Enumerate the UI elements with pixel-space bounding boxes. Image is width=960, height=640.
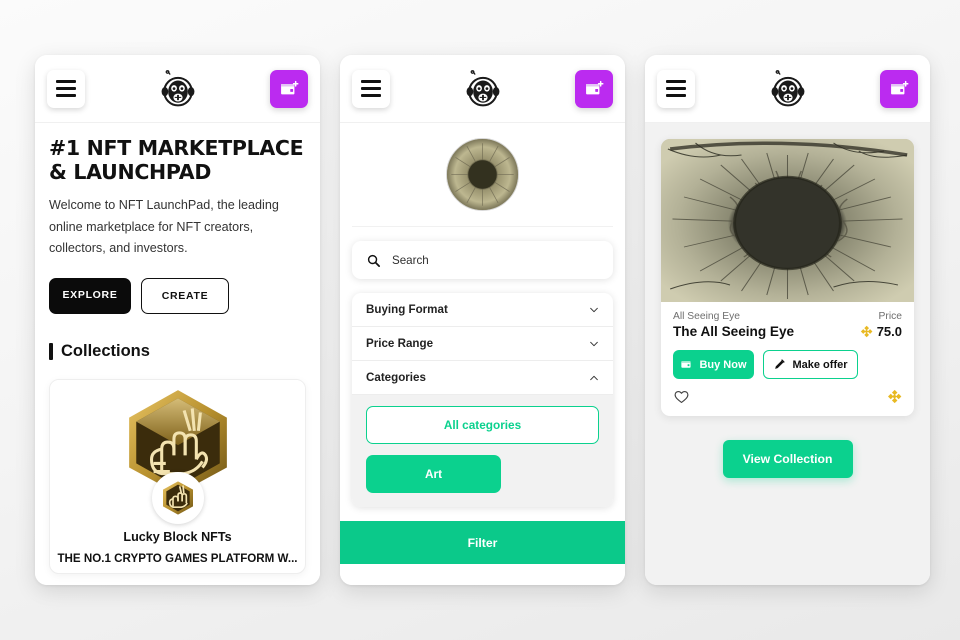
chevron-down-icon xyxy=(590,307,598,312)
chevron-down-icon xyxy=(590,341,598,346)
nft-price-value: 75.0 xyxy=(876,324,902,339)
wallet-add-button[interactable] xyxy=(575,69,613,108)
hamburger-bar xyxy=(666,80,686,83)
filter-body: Search Buying Format Price Range Categor… xyxy=(340,123,625,585)
detail-body: All Seeing Eye Price The All Seeing Eye xyxy=(645,123,930,585)
chevron-up-icon xyxy=(590,375,598,380)
app-header xyxy=(35,55,320,123)
hero-subtitle: Welcome to NFT LaunchPad, the leading on… xyxy=(49,198,279,256)
wallet-add-button[interactable] xyxy=(270,69,308,108)
filter-row-buying-format[interactable]: Buying Format xyxy=(352,293,613,327)
hamburger-bar xyxy=(666,94,686,97)
eye-avatar xyxy=(446,138,519,211)
hamburger-icon[interactable] xyxy=(47,69,85,108)
search-icon xyxy=(367,254,380,267)
wallet-add-icon xyxy=(586,80,604,94)
filter-row-price-range[interactable]: Price Range xyxy=(352,327,613,361)
wallet-icon xyxy=(681,361,692,368)
nft-title-row: The All Seeing Eye 75.0 xyxy=(673,324,902,339)
filter-label: Categories xyxy=(366,371,426,384)
collections-section-header: Collections xyxy=(49,342,306,361)
filter-submit-button[interactable]: Filter xyxy=(340,521,625,564)
wallet-add-button[interactable] xyxy=(880,69,918,108)
profile-hero xyxy=(352,123,613,227)
hamburger-bar xyxy=(361,80,381,83)
price-label: Price xyxy=(878,311,902,322)
buy-now-button[interactable]: Buy Now xyxy=(673,350,754,379)
screenshot-stage: #1 NFT MARKETPLACE & LAUNCHPAD Welcome t… xyxy=(0,0,960,640)
make-offer-button[interactable]: Make offer xyxy=(763,350,858,379)
ape-headphones-logo[interactable] xyxy=(157,68,199,110)
search-placeholder: Search xyxy=(392,253,429,267)
ape-headphones-logo[interactable] xyxy=(462,68,504,110)
create-button[interactable]: CREATE xyxy=(141,278,229,315)
nft-collection-name: All Seeing Eye xyxy=(673,311,740,322)
nft-card: All Seeing Eye Price The All Seeing Eye xyxy=(661,139,914,416)
make-offer-label: Make offer xyxy=(792,358,848,371)
collection-description: THE NO.1 CRYPTO GAMES PLATFORM W... xyxy=(57,552,298,566)
collection-name: Lucky Block NFTs xyxy=(123,530,232,545)
nft-price: 75.0 xyxy=(860,324,902,339)
all-seeing-eye-artwork[interactable] xyxy=(661,139,914,302)
search-input[interactable]: Search xyxy=(352,241,613,279)
nft-info: All Seeing Eye Price The All Seeing Eye xyxy=(661,302,914,339)
lucky-block-avatar xyxy=(162,481,193,515)
app-header xyxy=(645,55,930,123)
hamburger-bar xyxy=(361,94,381,97)
section-accent-bar xyxy=(49,343,53,361)
search-section: Search xyxy=(352,241,613,279)
phone-mockup-detail: All Seeing Eye Price The All Seeing Eye xyxy=(645,55,930,585)
pencil-icon xyxy=(775,359,786,369)
view-collection-button[interactable]: View Collection xyxy=(722,440,853,478)
hamburger-bar xyxy=(666,87,686,90)
hamburger-bar xyxy=(56,87,76,90)
buy-now-label: Buy Now xyxy=(699,358,747,371)
phone-mockup-filter: Search Buying Format Price Range Categor… xyxy=(340,55,625,585)
nft-meta-row: All Seeing Eye Price xyxy=(673,311,902,322)
hamburger-icon[interactable] xyxy=(352,69,390,108)
explore-button[interactable]: EXPLORE xyxy=(49,278,131,315)
nft-title: The All Seeing Eye xyxy=(673,324,795,339)
section-title: Collections xyxy=(61,342,150,361)
filter-row-categories[interactable]: Categories xyxy=(352,361,613,395)
nft-card-footer xyxy=(661,379,914,416)
filter-accordion: Buying Format Price Range Categories All… xyxy=(352,293,613,507)
nft-action-buttons: Buy Now Make offer xyxy=(661,350,914,379)
hamburger-bar xyxy=(361,87,381,90)
wallet-add-icon xyxy=(891,80,909,94)
hamburger-bar xyxy=(56,80,76,83)
ape-headphones-logo[interactable] xyxy=(767,68,809,110)
bnb-icon[interactable] xyxy=(887,389,902,404)
hero-buttons: EXPLORE CREATE xyxy=(49,278,306,315)
filter-label: Price Range xyxy=(366,337,434,350)
category-option-art[interactable]: Art xyxy=(366,455,501,493)
collection-avatar xyxy=(151,472,204,525)
page-title: #1 NFT MARKETPLACE & LAUNCHPAD xyxy=(49,136,304,184)
categories-panel: All categories Art xyxy=(352,395,613,507)
app-header xyxy=(340,55,625,123)
bnb-icon xyxy=(860,325,873,338)
heart-icon[interactable] xyxy=(673,388,690,405)
phone-mockup-home: #1 NFT MARKETPLACE & LAUNCHPAD Welcome t… xyxy=(35,55,320,585)
hamburger-bar xyxy=(56,94,76,97)
category-option-all[interactable]: All categories xyxy=(366,406,599,444)
wallet-add-icon xyxy=(281,80,299,94)
home-body: #1 NFT MARKETPLACE & LAUNCHPAD Welcome t… xyxy=(35,123,320,585)
filter-label: Buying Format xyxy=(366,303,448,316)
collection-card[interactable]: Lucky Block NFTs THE NO.1 CRYPTO GAMES P… xyxy=(49,379,306,575)
hamburger-icon[interactable] xyxy=(657,69,695,108)
